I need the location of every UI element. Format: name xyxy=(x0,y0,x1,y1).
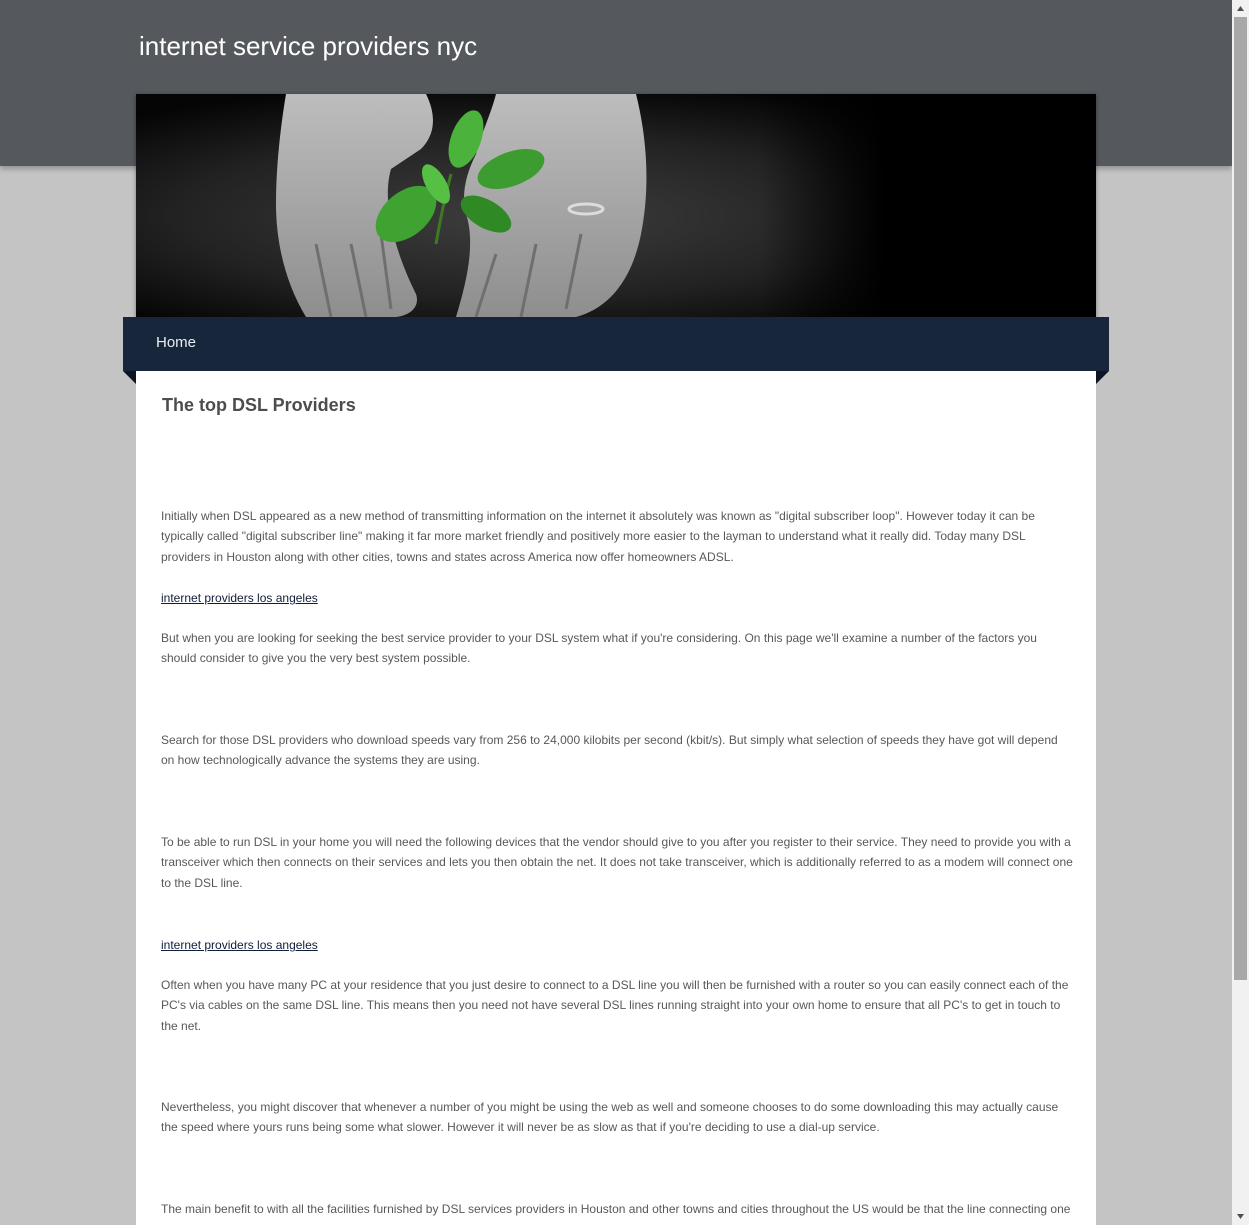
nav-ribbon-fold-right xyxy=(1096,371,1109,384)
article-paragraph: Search for those DSL providers who downl… xyxy=(161,733,1058,768)
nav-ribbon-fold-left xyxy=(123,371,136,384)
arrow-up-icon[interactable] xyxy=(1232,0,1249,17)
header-banner-image xyxy=(136,94,1096,317)
article-paragraph: Nevertheless, you might discover that wh… xyxy=(161,1100,1059,1135)
article-paragraph: Initially when DSL appeared as a new met… xyxy=(161,509,1035,564)
nav-home-link[interactable]: Home xyxy=(156,334,196,351)
internet-providers-link[interactable]: internet providers los angeles xyxy=(161,937,318,953)
internet-providers-link[interactable]: internet providers los angeles xyxy=(161,590,318,606)
page-title: The top DSL Providers xyxy=(162,395,356,415)
scrollbar-thumb[interactable] xyxy=(1234,17,1247,980)
article-paragraph: To be able to run DSL in your home you w… xyxy=(161,835,1073,890)
main-navigation xyxy=(123,317,1109,371)
article-paragraph: Often when you have many PC at your resi… xyxy=(161,978,1069,1033)
site-title[interactable]: internet service providers nyc xyxy=(139,31,477,62)
arrow-down-icon[interactable] xyxy=(1232,1208,1249,1225)
article-paragraph: The main benefit to with all the facilit… xyxy=(161,1202,1071,1216)
hands-with-plant-image xyxy=(136,94,1096,317)
article-paragraph: But when you are looking for seeking the… xyxy=(161,631,1037,666)
vertical-scrollbar[interactable] xyxy=(1232,0,1249,1225)
